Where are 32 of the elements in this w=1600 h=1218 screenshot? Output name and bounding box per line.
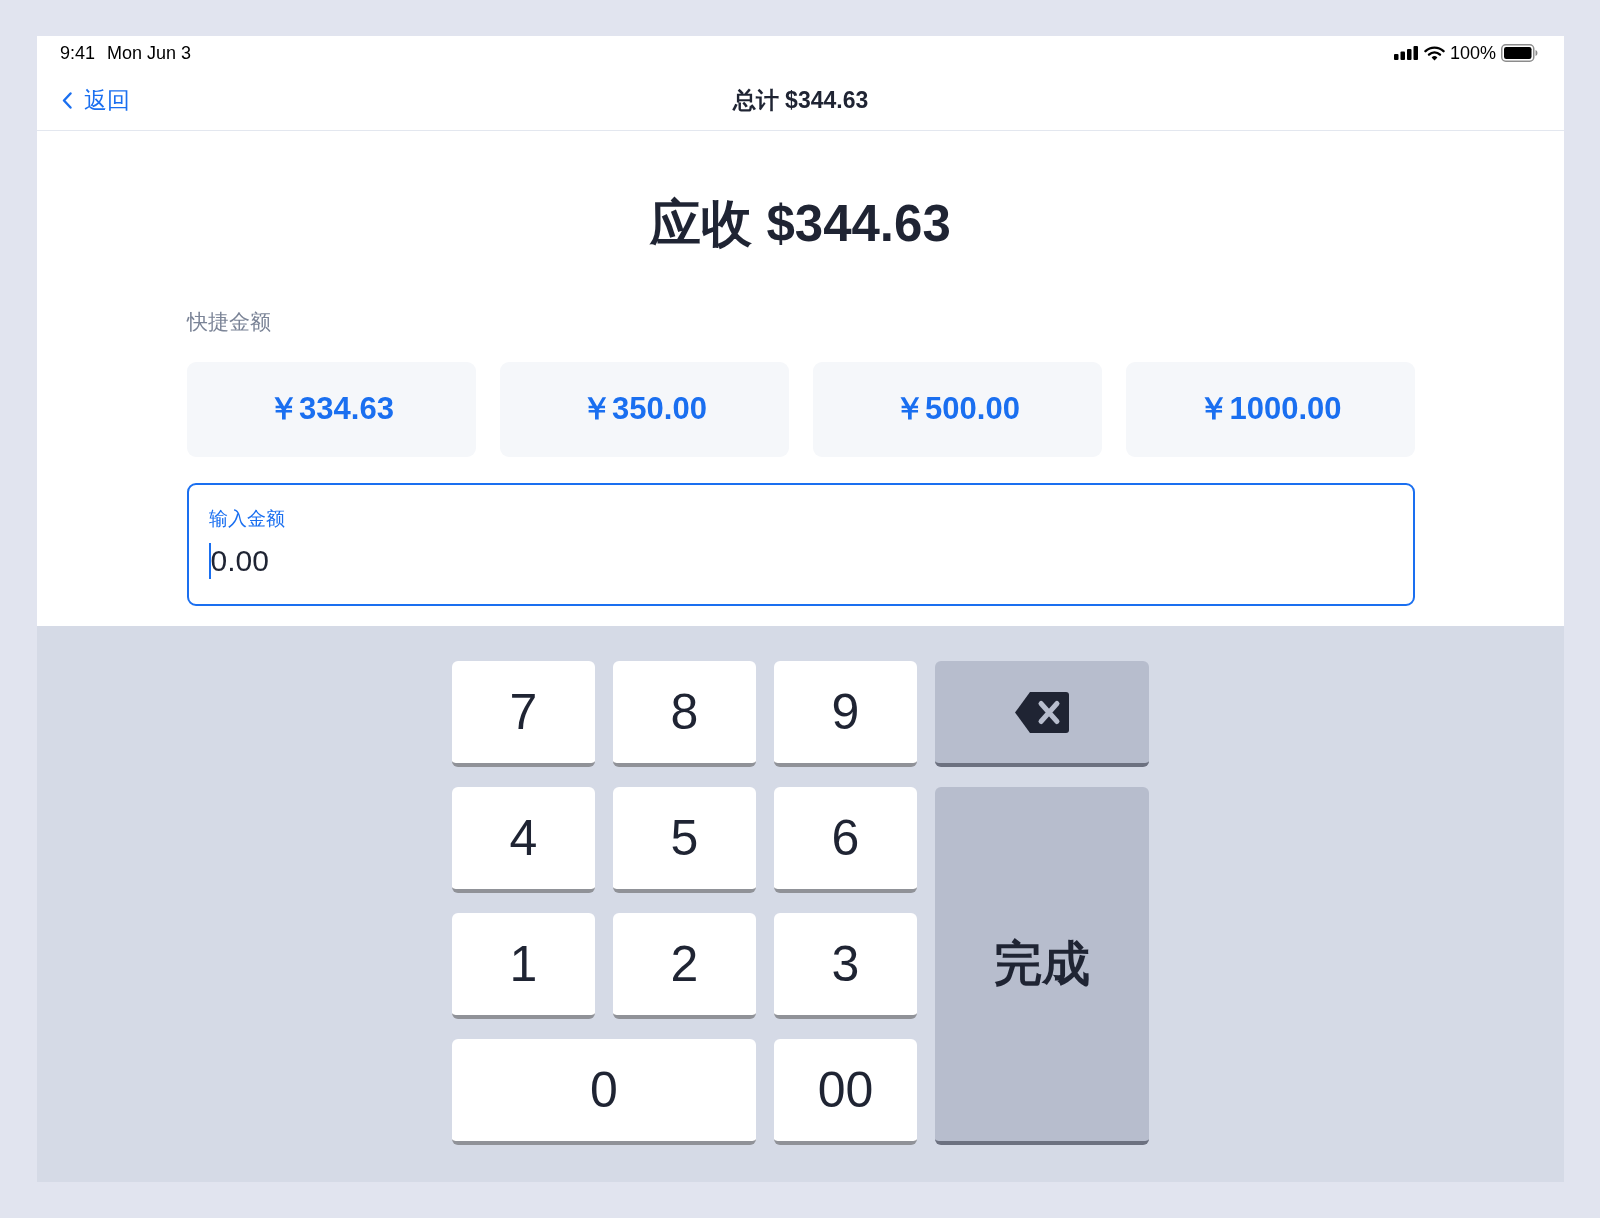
digit-key[interactable]: 8 — [613, 661, 756, 767]
page-title: 总计 $344.63 — [732, 86, 869, 115]
done-key[interactable]: 完成 — [935, 787, 1149, 1145]
digit-key[interactable]: 2 — [613, 913, 756, 1019]
digit-key[interactable]: 4 — [452, 787, 595, 893]
field-label: 输入金额 — [208, 507, 285, 531]
battery-icon — [1501, 44, 1538, 62]
status-date: Mon Jun 3 — [107, 41, 192, 65]
input-value: 0.00 — [210, 543, 269, 579]
backspace-key[interactable] — [935, 661, 1149, 767]
digit-key[interactable]: 1 — [452, 913, 595, 1019]
digit-key[interactable]: 9 — [774, 661, 917, 767]
quick-amount-button[interactable]: ￥1000.00 — [1125, 362, 1415, 457]
amount-input-field[interactable]: 输入金额 0.00 — [186, 483, 1415, 606]
quick-amount-button[interactable]: ￥334.63 — [186, 362, 476, 457]
digit-key[interactable]: 3 — [774, 913, 917, 1019]
digit-key[interactable]: 0 — [452, 1039, 756, 1145]
digit-key[interactable]: 5 — [613, 787, 756, 893]
digit-key[interactable]: 7 — [452, 661, 595, 767]
backspace-icon — [1015, 691, 1069, 733]
chevron-left-icon — [62, 91, 72, 109]
status-time: 9:41 — [60, 41, 96, 65]
back-button[interactable]: 返回 — [62, 85, 130, 115]
wifi-icon — [1423, 45, 1445, 61]
section-label: 快捷金额 — [186, 309, 271, 335]
quick-amount-button[interactable]: ￥350.00 — [499, 362, 789, 457]
quick-amount-button[interactable]: ￥500.00 — [812, 362, 1102, 457]
battery-percentage: 100% — [1449, 41, 1496, 65]
signal-icon — [1393, 46, 1419, 60]
digit-key[interactable]: 00 — [774, 1039, 917, 1145]
digit-key[interactable]: 6 — [774, 787, 917, 893]
amount-due: 应收 $344.63 — [650, 196, 951, 252]
